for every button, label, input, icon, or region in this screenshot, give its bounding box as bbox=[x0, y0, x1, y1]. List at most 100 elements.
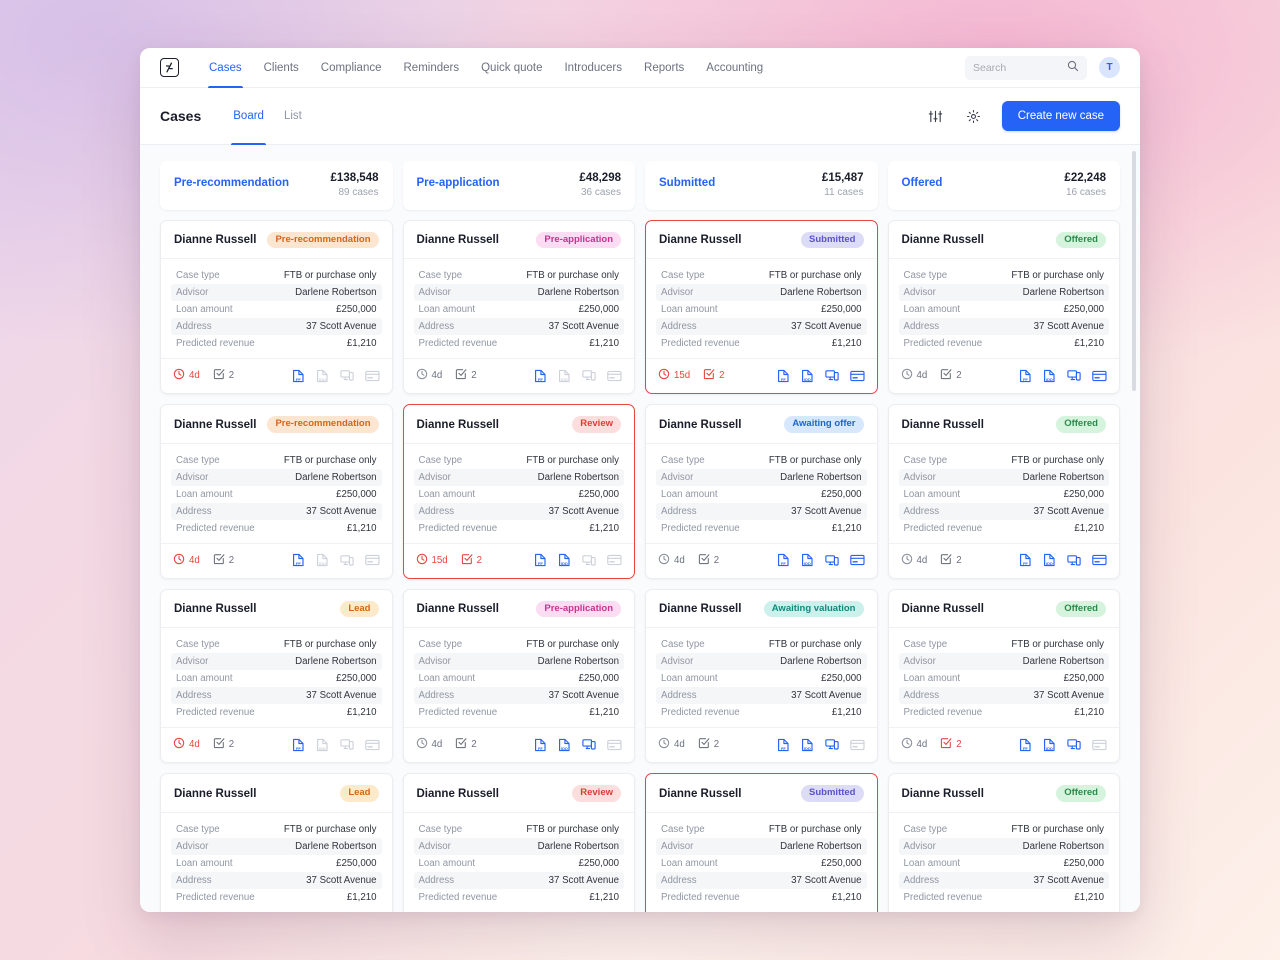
nav-item-cases[interactable]: Cases bbox=[198, 48, 253, 88]
devices-icon[interactable] bbox=[824, 369, 839, 382]
case-card[interactable]: Dianne Russell Review Case type FTB or purc… bbox=[402, 773, 635, 912]
nav-item-reports[interactable]: Reports bbox=[633, 48, 695, 88]
avatar[interactable]: T bbox=[1099, 57, 1120, 78]
field-value: £1,210 bbox=[1074, 891, 1104, 903]
devices-icon[interactable] bbox=[1067, 554, 1081, 567]
search-box[interactable] bbox=[965, 55, 1087, 80]
vertical-scrollbar[interactable] bbox=[1132, 151, 1136, 906]
field-value: £250,000 bbox=[821, 673, 862, 685]
nav-label: Compliance bbox=[320, 61, 382, 74]
case-card[interactable]: Dianne Russell Pre-recommendation Case typ… bbox=[160, 220, 393, 395]
doc-ff-icon[interactable]: FF bbox=[777, 369, 790, 383]
case-card[interactable]: Dianne Russell Pre-application Case type FT… bbox=[402, 220, 635, 395]
field-label: Loan amount bbox=[418, 857, 476, 869]
devices-icon[interactable] bbox=[582, 738, 596, 751]
case-card[interactable]: Dianne Russell Offered Case type FTB or pur… bbox=[887, 588, 1120, 764]
app-logo-icon[interactable] bbox=[160, 58, 179, 77]
payment-card-icon[interactable] bbox=[1092, 739, 1107, 751]
svg-text:FF: FF bbox=[781, 561, 786, 566]
board-scroll-area[interactable]: Pre-recommendation £138,548 89 cases Dianne… bbox=[140, 145, 1140, 912]
nav-item-compliance[interactable]: Compliance bbox=[310, 48, 393, 88]
payment-card-icon[interactable] bbox=[607, 370, 622, 382]
nav-item-reminders[interactable]: Reminders bbox=[393, 48, 471, 88]
doc-ff-icon[interactable]: FF bbox=[534, 738, 547, 752]
doc-ff-icon[interactable]: FF bbox=[777, 553, 790, 567]
field-label: Predicted revenue bbox=[176, 522, 255, 534]
case-card[interactable]: Dianne Russell Pre-recommendation Case typ… bbox=[160, 404, 393, 579]
sliders-icon[interactable] bbox=[926, 106, 946, 126]
scrollbar-thumb[interactable] bbox=[1132, 151, 1136, 391]
case-card[interactable]: Dianne Russell Lead Case type FTB or purcha… bbox=[160, 588, 393, 764]
doc-ff-icon[interactable]: FF bbox=[777, 738, 790, 752]
nav-item-clients[interactable]: Clients bbox=[253, 48, 310, 88]
case-card[interactable]: Dianne Russell Awaiting offer Case type FTB… bbox=[645, 404, 878, 579]
payment-card-icon[interactable] bbox=[1092, 554, 1107, 566]
devices-icon[interactable] bbox=[339, 738, 354, 751]
payment-card-icon[interactable] bbox=[364, 370, 380, 382]
devices-icon[interactable] bbox=[339, 369, 354, 382]
case-card[interactable]: Dianne Russell Offered Case type FTB or pur… bbox=[887, 404, 1120, 579]
doc-ff-icon[interactable]: FF bbox=[292, 738, 305, 752]
case-card[interactable]: Dianne Russell Pre-application Case type FT… bbox=[402, 588, 635, 764]
doc-idd-icon[interactable]: IDD bbox=[1043, 738, 1056, 752]
devices-icon[interactable] bbox=[824, 738, 839, 751]
doc-ff-icon[interactable]: FF bbox=[292, 553, 305, 567]
doc-idd-icon[interactable]: IDD bbox=[558, 369, 571, 383]
payment-card-icon[interactable] bbox=[607, 739, 622, 751]
case-card[interactable]: Dianne Russell Submitted Case type FTB or p… bbox=[645, 773, 878, 912]
payment-card-icon[interactable] bbox=[1092, 370, 1107, 382]
doc-ff-icon[interactable]: FF bbox=[1019, 738, 1032, 752]
gear-icon[interactable] bbox=[964, 106, 984, 126]
case-card[interactable]: Dianne Russell Submitted Case type FTB or p… bbox=[645, 220, 878, 395]
search-input[interactable] bbox=[973, 61, 1061, 74]
tasks-chip: 2 bbox=[461, 553, 482, 568]
doc-idd-icon[interactable]: IDD bbox=[316, 553, 329, 567]
doc-idd-icon[interactable]: IDD bbox=[558, 738, 571, 752]
doc-ff-icon[interactable]: FF bbox=[1019, 553, 1032, 567]
doc-idd-icon[interactable]: IDD bbox=[801, 553, 814, 567]
doc-idd-icon[interactable]: IDD bbox=[316, 738, 329, 752]
column-case-count: 11 cases bbox=[824, 187, 864, 198]
nav-item-introducers[interactable]: Introducers bbox=[553, 48, 633, 88]
case-card[interactable]: Dianne Russell Review Case type FTB or purc… bbox=[402, 404, 635, 579]
tasks-value: 2 bbox=[228, 554, 235, 566]
board-column: Pre-recommendation £138,548 89 cases Dianne… bbox=[160, 161, 393, 912]
devices-icon[interactable] bbox=[339, 554, 354, 567]
devices-icon[interactable] bbox=[824, 554, 839, 567]
doc-ff-icon[interactable]: FF bbox=[534, 553, 547, 567]
field-row-address: Address 37 Scott Avenue bbox=[413, 687, 624, 705]
payment-card-icon[interactable] bbox=[607, 554, 622, 566]
case-card[interactable]: Dianne Russell Awaiting valuation Case typ… bbox=[645, 588, 878, 764]
svg-text:FF: FF bbox=[296, 561, 301, 566]
case-card-header: Dianne Russell Offered bbox=[888, 774, 1119, 813]
tab-board[interactable]: Board bbox=[223, 88, 274, 145]
payment-card-icon[interactable] bbox=[364, 554, 380, 566]
doc-idd-icon[interactable]: IDD bbox=[1043, 369, 1056, 383]
doc-idd-icon[interactable]: IDD bbox=[1043, 553, 1056, 567]
field-row-advisor: Advisor Darlene Robertson bbox=[171, 284, 382, 302]
doc-idd-icon[interactable]: IDD bbox=[801, 369, 814, 383]
field-row-loan-amount: Loan amount £250,000 bbox=[899, 301, 1110, 318]
payment-card-icon[interactable] bbox=[849, 739, 865, 751]
case-card[interactable]: Dianne Russell Offered Case type FTB or pur… bbox=[887, 773, 1120, 912]
case-card[interactable]: Dianne Russell Offered Case type FTB or pur… bbox=[887, 220, 1120, 395]
doc-idd-icon[interactable]: IDD bbox=[558, 553, 571, 567]
doc-ff-icon[interactable]: FF bbox=[1019, 369, 1032, 383]
nav-item-quick-quote[interactable]: Quick quote bbox=[470, 48, 553, 88]
checklist-icon bbox=[940, 368, 952, 383]
nav-item-accounting[interactable]: Accounting bbox=[695, 48, 774, 88]
case-card[interactable]: Dianne Russell Lead Case type FTB or purcha… bbox=[160, 773, 393, 912]
tab-list[interactable]: List bbox=[274, 88, 312, 145]
devices-icon[interactable] bbox=[582, 369, 596, 382]
doc-ff-icon[interactable]: FF bbox=[292, 369, 305, 383]
devices-icon[interactable] bbox=[582, 554, 596, 567]
payment-card-icon[interactable] bbox=[849, 554, 865, 566]
payment-card-icon[interactable] bbox=[364, 739, 380, 751]
doc-idd-icon[interactable]: IDD bbox=[316, 369, 329, 383]
create-new-case-button[interactable]: Create new case bbox=[1001, 101, 1120, 131]
payment-card-icon[interactable] bbox=[849, 370, 865, 382]
doc-ff-icon[interactable]: FF bbox=[534, 369, 547, 383]
devices-icon[interactable] bbox=[1067, 738, 1081, 751]
doc-idd-icon[interactable]: IDD bbox=[801, 738, 814, 752]
devices-icon[interactable] bbox=[1067, 369, 1081, 382]
